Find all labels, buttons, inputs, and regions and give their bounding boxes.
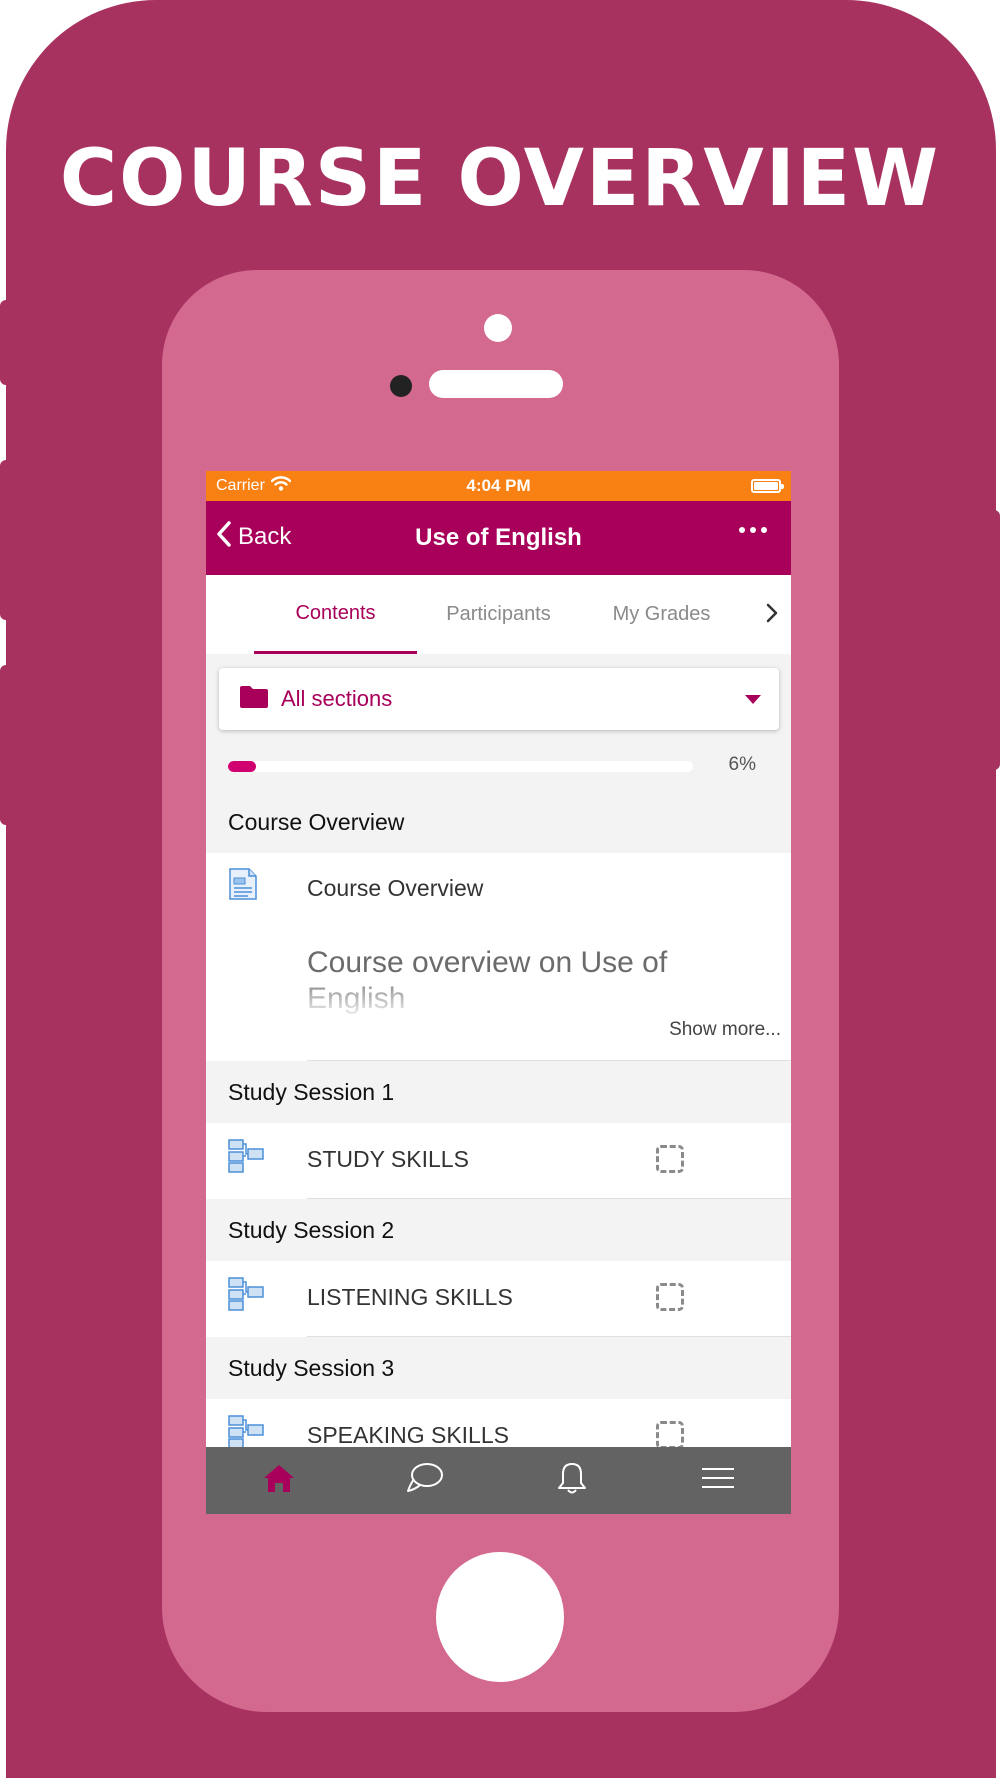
- tab-label: Participants: [446, 603, 551, 625]
- bell-icon: [557, 1461, 587, 1500]
- menu-icon: [701, 1466, 735, 1495]
- tab-contents[interactable]: Contents: [254, 575, 417, 654]
- status-time: 4:04 PM: [466, 476, 531, 495]
- show-more-link[interactable]: Show more...: [669, 1019, 781, 1041]
- side-button: [0, 460, 12, 620]
- chevron-right-icon[interactable]: [765, 601, 779, 630]
- battery-icon: [751, 479, 784, 493]
- tab-my-grades[interactable]: My Grades: [580, 575, 743, 654]
- proximity-sensor: [390, 375, 412, 397]
- lesson-icon: [228, 1415, 264, 1447]
- phone-screen: Carrier 4:04 PM Back Use of English Cont…: [206, 471, 791, 1514]
- progress-percent: 6%: [728, 754, 756, 775]
- module-name: Course Overview: [307, 875, 484, 901]
- section-header: Study Session 2: [206, 1199, 791, 1261]
- dot: [761, 527, 767, 533]
- home-icon: [262, 1462, 296, 1499]
- tab-label: Contents: [295, 601, 376, 624]
- chevron-left-icon: [216, 520, 232, 555]
- module-row[interactable]: STUDY SKILLS: [206, 1123, 791, 1199]
- module-name: LISTENING SKILLS: [307, 1284, 513, 1310]
- completion-checkbox[interactable]: [656, 1283, 684, 1311]
- section-title: Study Session 1: [228, 1078, 395, 1105]
- tab-participants[interactable]: Participants: [417, 575, 580, 654]
- tab-label: My Grades: [612, 603, 711, 625]
- section-header: Study Session 3: [206, 1337, 791, 1399]
- course-progress: 6%: [206, 739, 791, 791]
- tab-messages[interactable]: [352, 1447, 498, 1514]
- tab-menu[interactable]: [645, 1447, 791, 1514]
- more-options-button[interactable]: [739, 527, 767, 533]
- chat-icon: [406, 1461, 444, 1500]
- completion-checkbox[interactable]: [656, 1145, 684, 1173]
- progress-track: [228, 761, 693, 772]
- section-title: Study Session 2: [228, 1216, 395, 1243]
- module-name: SPEAKING SKILLS: [307, 1422, 509, 1447]
- back-label: Back: [238, 523, 292, 550]
- caret-down-icon: [745, 695, 761, 704]
- folder-icon: [239, 685, 269, 714]
- page-title: Use of English: [415, 524, 582, 551]
- summary-fade: [307, 981, 747, 1021]
- home-button[interactable]: [436, 1552, 564, 1682]
- dot: [739, 527, 745, 533]
- side-button: [988, 510, 1000, 770]
- module-row[interactable]: LISTENING SKILLS: [206, 1261, 791, 1337]
- section-header: Study Session 1: [206, 1061, 791, 1123]
- side-button: [0, 300, 12, 385]
- tab-notifications[interactable]: [499, 1447, 645, 1514]
- progress-fill: [228, 761, 256, 772]
- section-selector[interactable]: All sections: [219, 668, 779, 730]
- section-title: Study Session 3: [228, 1354, 395, 1381]
- lesson-icon: [228, 1277, 264, 1316]
- earpiece-speaker: [429, 370, 563, 398]
- side-button: [0, 665, 12, 825]
- course-tabs: Contents Participants My Grades: [206, 575, 791, 654]
- lesson-icon: [228, 1139, 264, 1178]
- status-bar: Carrier 4:04 PM: [206, 471, 791, 501]
- navigation-bar: Back Use of English: [206, 501, 791, 575]
- headline: COURSE OVERVIEW: [59, 134, 941, 224]
- status-left: Carrier: [216, 476, 292, 496]
- section-header: Course Overview: [206, 791, 791, 853]
- back-button[interactable]: Back: [216, 519, 291, 555]
- wifi-icon: [270, 476, 292, 496]
- carrier-label: Carrier: [216, 477, 265, 494]
- section-title: Course Overview: [228, 808, 405, 835]
- dot: [750, 527, 756, 533]
- module-row[interactable]: SPEAKING SKILLS: [206, 1399, 791, 1447]
- section-selector-label: All sections: [281, 686, 393, 711]
- module-name: STUDY SKILLS: [307, 1146, 469, 1172]
- tab-home[interactable]: [206, 1447, 352, 1514]
- course-contents: All sections 6% Course Overview Course O…: [206, 654, 791, 1447]
- completion-checkbox[interactable]: [656, 1421, 684, 1447]
- page-icon: [228, 867, 258, 906]
- front-camera: [484, 314, 512, 342]
- module-row[interactable]: Course Overview Course overview on Use o…: [206, 853, 791, 1061]
- bottom-tab-bar: [206, 1447, 791, 1514]
